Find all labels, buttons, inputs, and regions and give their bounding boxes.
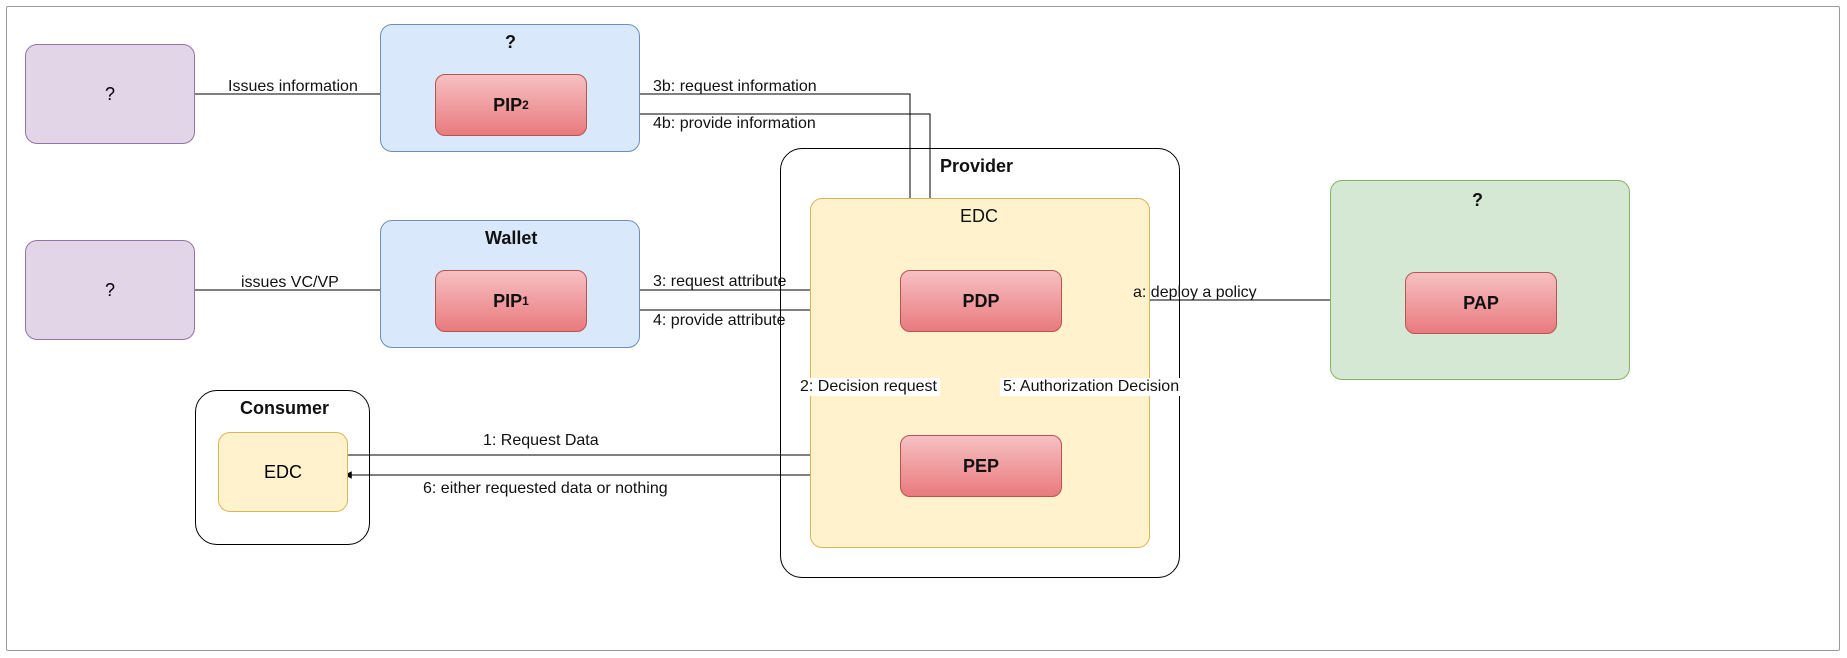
edge-1: 1: Request Data [480, 432, 602, 450]
consumer-edc-label: EDC [264, 462, 302, 483]
pip2-module: PIP2 [435, 74, 587, 136]
pip2-label-base: PIP [493, 95, 522, 116]
consumer-title: Consumer [240, 398, 329, 419]
edge-3b: 3b: request information [650, 78, 820, 96]
edge-issues-info: Issues information [225, 78, 361, 96]
issuer-top-box: ? [25, 44, 195, 144]
pip2-container-title: ? [505, 32, 516, 53]
pap-label: PAP [1463, 293, 1499, 314]
issuer-top-label: ? [105, 84, 115, 105]
issuer-mid-box: ? [25, 240, 195, 340]
consumer-edc-box: EDC [218, 432, 348, 512]
pip2-label-sub: 2 [522, 98, 529, 112]
edge-3: 3: request attribute [650, 273, 789, 291]
wallet-title: Wallet [485, 228, 537, 249]
edge-5: 5: Authorization Decision [1000, 378, 1182, 396]
pip1-module: PIP1 [435, 270, 587, 332]
provider-edc-title: EDC [960, 206, 998, 227]
pep-label: PEP [963, 456, 999, 477]
pep-module: PEP [900, 435, 1062, 497]
pdp-label: PDP [962, 291, 999, 312]
pip1-label-base: PIP [493, 291, 522, 312]
edge-issues-vcvp: issues VC/VP [238, 274, 342, 292]
pip1-label-sub: 1 [522, 294, 529, 308]
pap-module: PAP [1405, 272, 1557, 334]
pdp-module: PDP [900, 270, 1062, 332]
pap-container-title: ? [1472, 190, 1483, 211]
edge-4b: 4b: provide information [650, 115, 819, 133]
edge-4: 4: provide attribute [650, 312, 789, 330]
provider-title: Provider [940, 156, 1013, 177]
edge-2: 2: Decision request [797, 378, 940, 396]
edge-a: a: deploy a policy [1130, 284, 1260, 302]
edge-6: 6: either requested data or nothing [420, 480, 671, 498]
diagram-canvas: ? ? ? PIP2 Wallet PIP1 Consumer EDC Prov… [0, 0, 1847, 658]
issuer-mid-label: ? [105, 280, 115, 301]
